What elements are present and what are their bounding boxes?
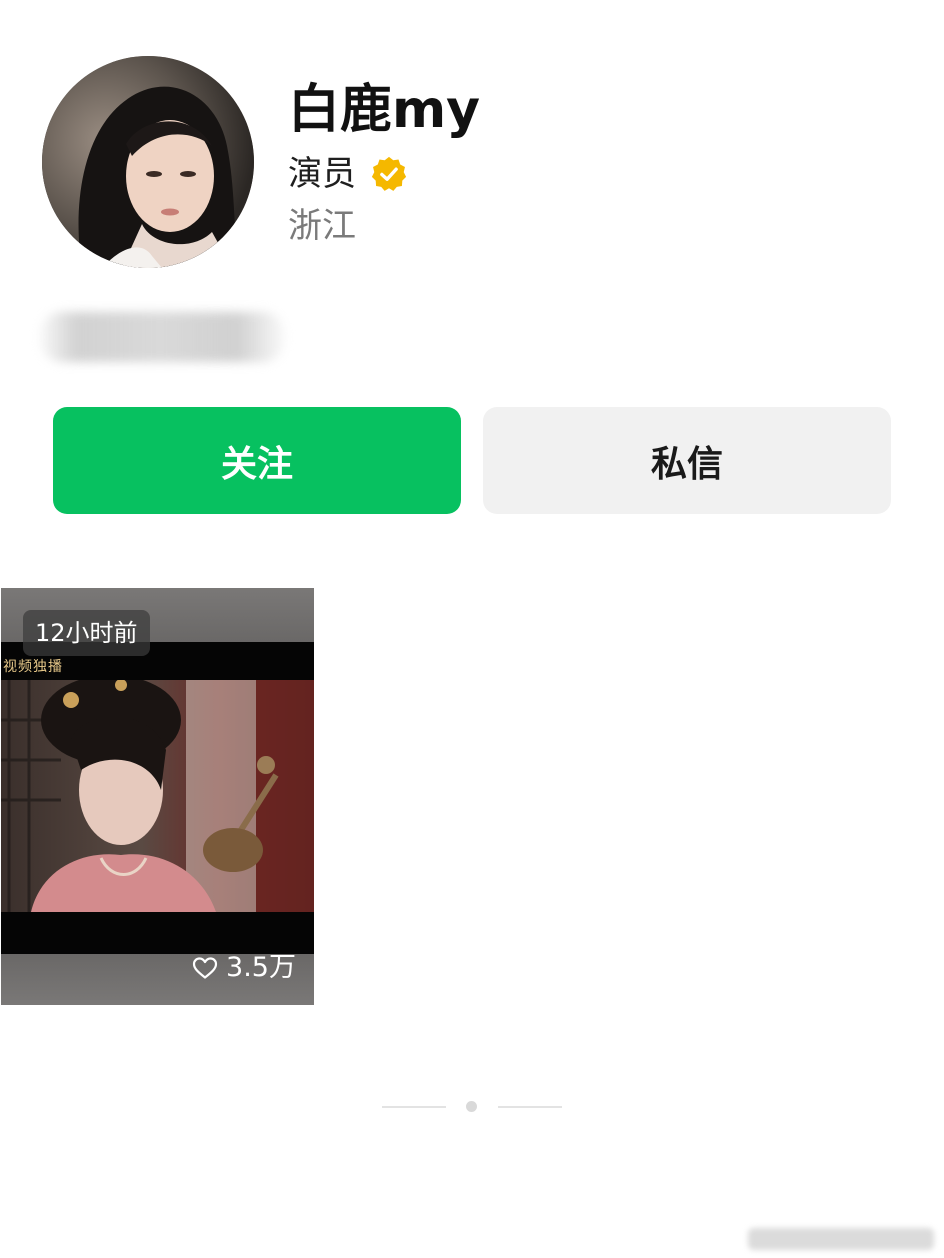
avatar-photo (42, 56, 254, 268)
pager-dot (466, 1101, 477, 1112)
pager-line-left (382, 1106, 446, 1108)
video-likes: 3.5万 (192, 950, 296, 986)
profile-location: 浙江 (288, 206, 356, 246)
video-thumbnail-image (1, 680, 314, 912)
bio-redacted (40, 312, 285, 362)
profile-role: 演员 (288, 154, 356, 194)
video-card[interactable]: 视频独播 12小时前 3.5万 (1, 588, 314, 1005)
video-watermark: 视频独播 (3, 659, 63, 675)
profile-name: 白鹿my (288, 80, 481, 140)
video-black-band-bottom (1, 912, 314, 954)
message-button[interactable]: 私信 (483, 407, 891, 514)
video-time-badge: 12小时前 (23, 610, 150, 656)
video-likes-count: 3.5万 (226, 952, 296, 983)
heart-outline-icon (192, 957, 218, 979)
corner-watermark (748, 1228, 934, 1250)
profile-role-row: 演员 (288, 150, 408, 198)
video-thumbnail (1, 680, 314, 912)
pager-line-right (498, 1106, 562, 1108)
verified-badge-icon (371, 156, 407, 191)
avatar[interactable] (42, 56, 254, 268)
follow-button[interactable]: 关注 (53, 407, 461, 514)
